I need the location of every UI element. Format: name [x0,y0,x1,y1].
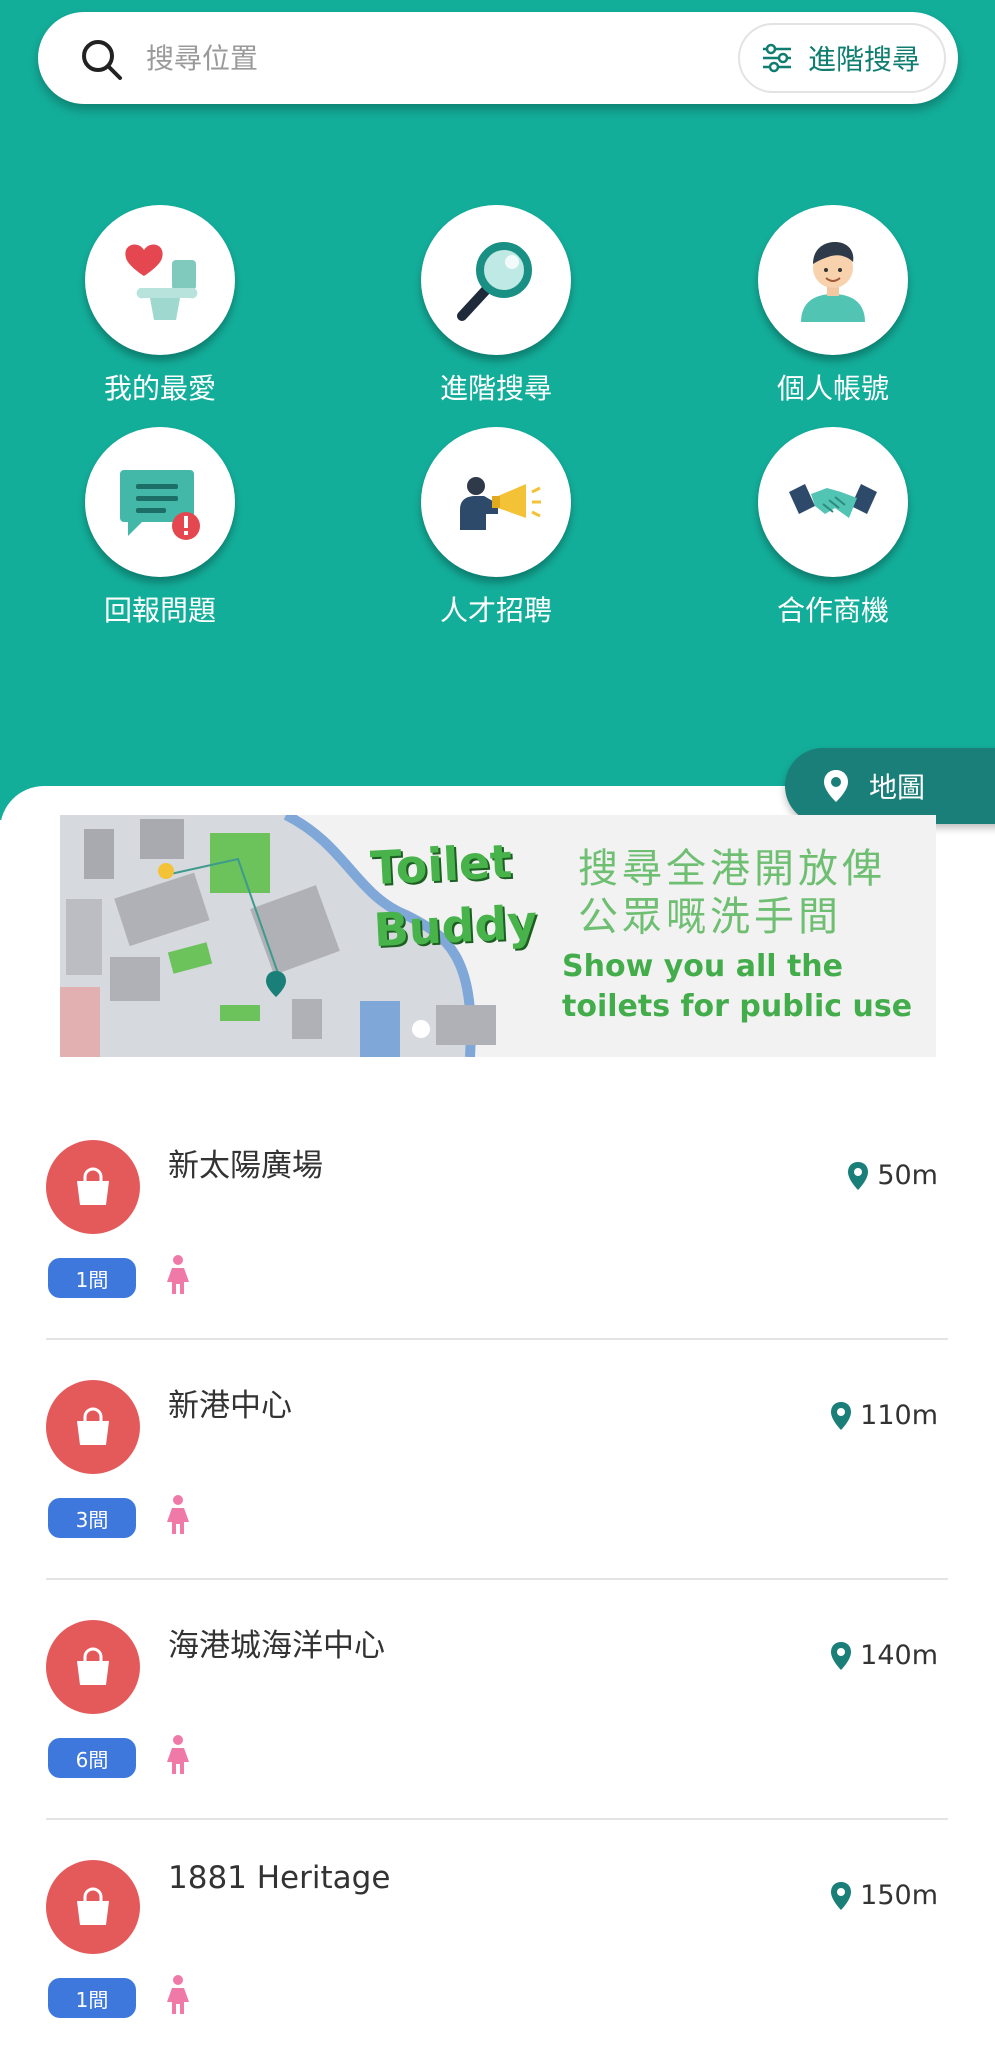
list-item[interactable]: 海港城海洋中心 140m 6間 [46,1580,948,1820]
banner-english-text: Show you all the toilets for public use [562,947,912,1027]
toilet-count-badge: 3間 [48,1498,136,1538]
advanced-search-button[interactable]: 進階搜尋 [737,23,946,93]
distance-value: 140m [860,1640,938,1671]
distance-label: 50m [847,1160,938,1191]
map-button[interactable]: 地圖 [785,748,995,824]
promo-banner[interactable]: Toilet Buddy 搜尋全港開放俾 公眾嘅洗手間 Show you all… [60,815,936,1057]
shopping-bag-avatar [46,1860,140,1954]
distance-value: 150m [860,1880,938,1911]
shopping-bag-avatar [46,1620,140,1714]
banner-cn-line2: 公眾嘅洗手間 [578,894,842,940]
menu-circle [758,427,908,577]
banner-en-line2: toilets for public use [562,989,913,1024]
megaphone-icon [460,477,541,530]
menu-label: 合作商機 [776,594,889,627]
distance-label: 150m [830,1880,938,1911]
distance-value: 50m [877,1160,938,1191]
menu-business-partnership[interactable]: 合作商機 [723,427,943,627]
menu-advanced-search[interactable]: 進階搜尋 [386,205,606,405]
menu-circle [421,427,571,577]
female-toilet-icon [167,1255,189,1294]
distance-value: 110m [860,1400,938,1431]
report-chat-icon [120,470,200,540]
shopping-bag-avatar [46,1380,140,1474]
banner-title-line2: Buddy [372,894,539,958]
toilet-count-badge: 6間 [48,1738,136,1778]
menu-circle [758,205,908,355]
list-item[interactable]: 新港中心 110m 3間 [46,1340,948,1580]
distance-label: 110m [830,1400,938,1431]
list-item[interactable]: 新太陽廣場 50m 1間 [46,1100,948,1340]
carousel-indicator [412,1020,430,1038]
location-pin-icon [831,1641,852,1670]
toilet-count-badge: 1間 [48,1258,136,1298]
location-name: 海港城海洋中心 [168,1628,385,1664]
shopping-bag-icon [77,1407,109,1445]
banner-chinese-text: 搜尋全港開放俾 公眾嘅洗手間 [578,845,886,941]
list-item[interactable]: 1881 Heritage 150m 1間 [46,1820,948,2048]
female-toilet-icon [167,1735,189,1774]
menu-circle [85,427,235,577]
location-pin-icon [824,770,848,802]
advanced-search-label: 進階搜尋 [807,43,920,76]
location-pin-icon [831,1401,852,1430]
menu-circle [421,205,571,355]
shopping-bag-icon [77,1167,109,1205]
map-button-label: 地圖 [869,771,926,804]
search-bar: 進階搜尋 [38,12,958,104]
location-pin-icon [831,1881,852,1910]
favorite-toilet-icon [125,244,198,320]
menu-favorites[interactable]: 我的最愛 [50,205,270,405]
distance-label: 140m [830,1640,938,1671]
female-toilet-icon [167,1975,189,2014]
handshake-icon [789,484,877,518]
menu-label: 進階搜尋 [439,372,552,405]
shopping-bag-avatar [46,1140,140,1234]
menu-recruitment[interactable]: 人才招聘 [386,427,606,627]
female-toilet-icon [167,1495,189,1534]
location-name: 新太陽廣場 [168,1148,323,1184]
filter-sliders-icon [762,43,791,73]
banner-title-line1: Toilet [369,833,514,896]
location-name: 新港中心 [168,1388,292,1424]
location-name: 1881 Heritage [168,1860,391,1896]
user-avatar-icon [801,242,865,322]
menu-label: 回報問題 [103,594,216,627]
menu-label: 個人帳號 [776,372,889,405]
banner-en-line1: Show you all the [562,949,844,984]
search-input[interactable] [146,32,666,84]
shopping-bag-icon [77,1887,109,1925]
banner-title: Toilet Buddy [369,829,539,961]
menu-label: 人才招聘 [439,594,552,627]
magnifier-icon [457,242,532,321]
banner-cn-line1: 搜尋全港開放俾 [578,846,886,892]
menu-account[interactable]: 個人帳號 [723,205,943,405]
toilet-count-badge: 1間 [48,1978,136,2018]
menu-circle [85,205,235,355]
location-pin-icon [848,1161,869,1190]
shopping-bag-icon [77,1647,109,1685]
menu-report-problem[interactable]: 回報問題 [50,427,270,627]
header-background [0,0,995,820]
menu-label: 我的最愛 [103,372,216,405]
search-icon[interactable] [80,38,124,82]
